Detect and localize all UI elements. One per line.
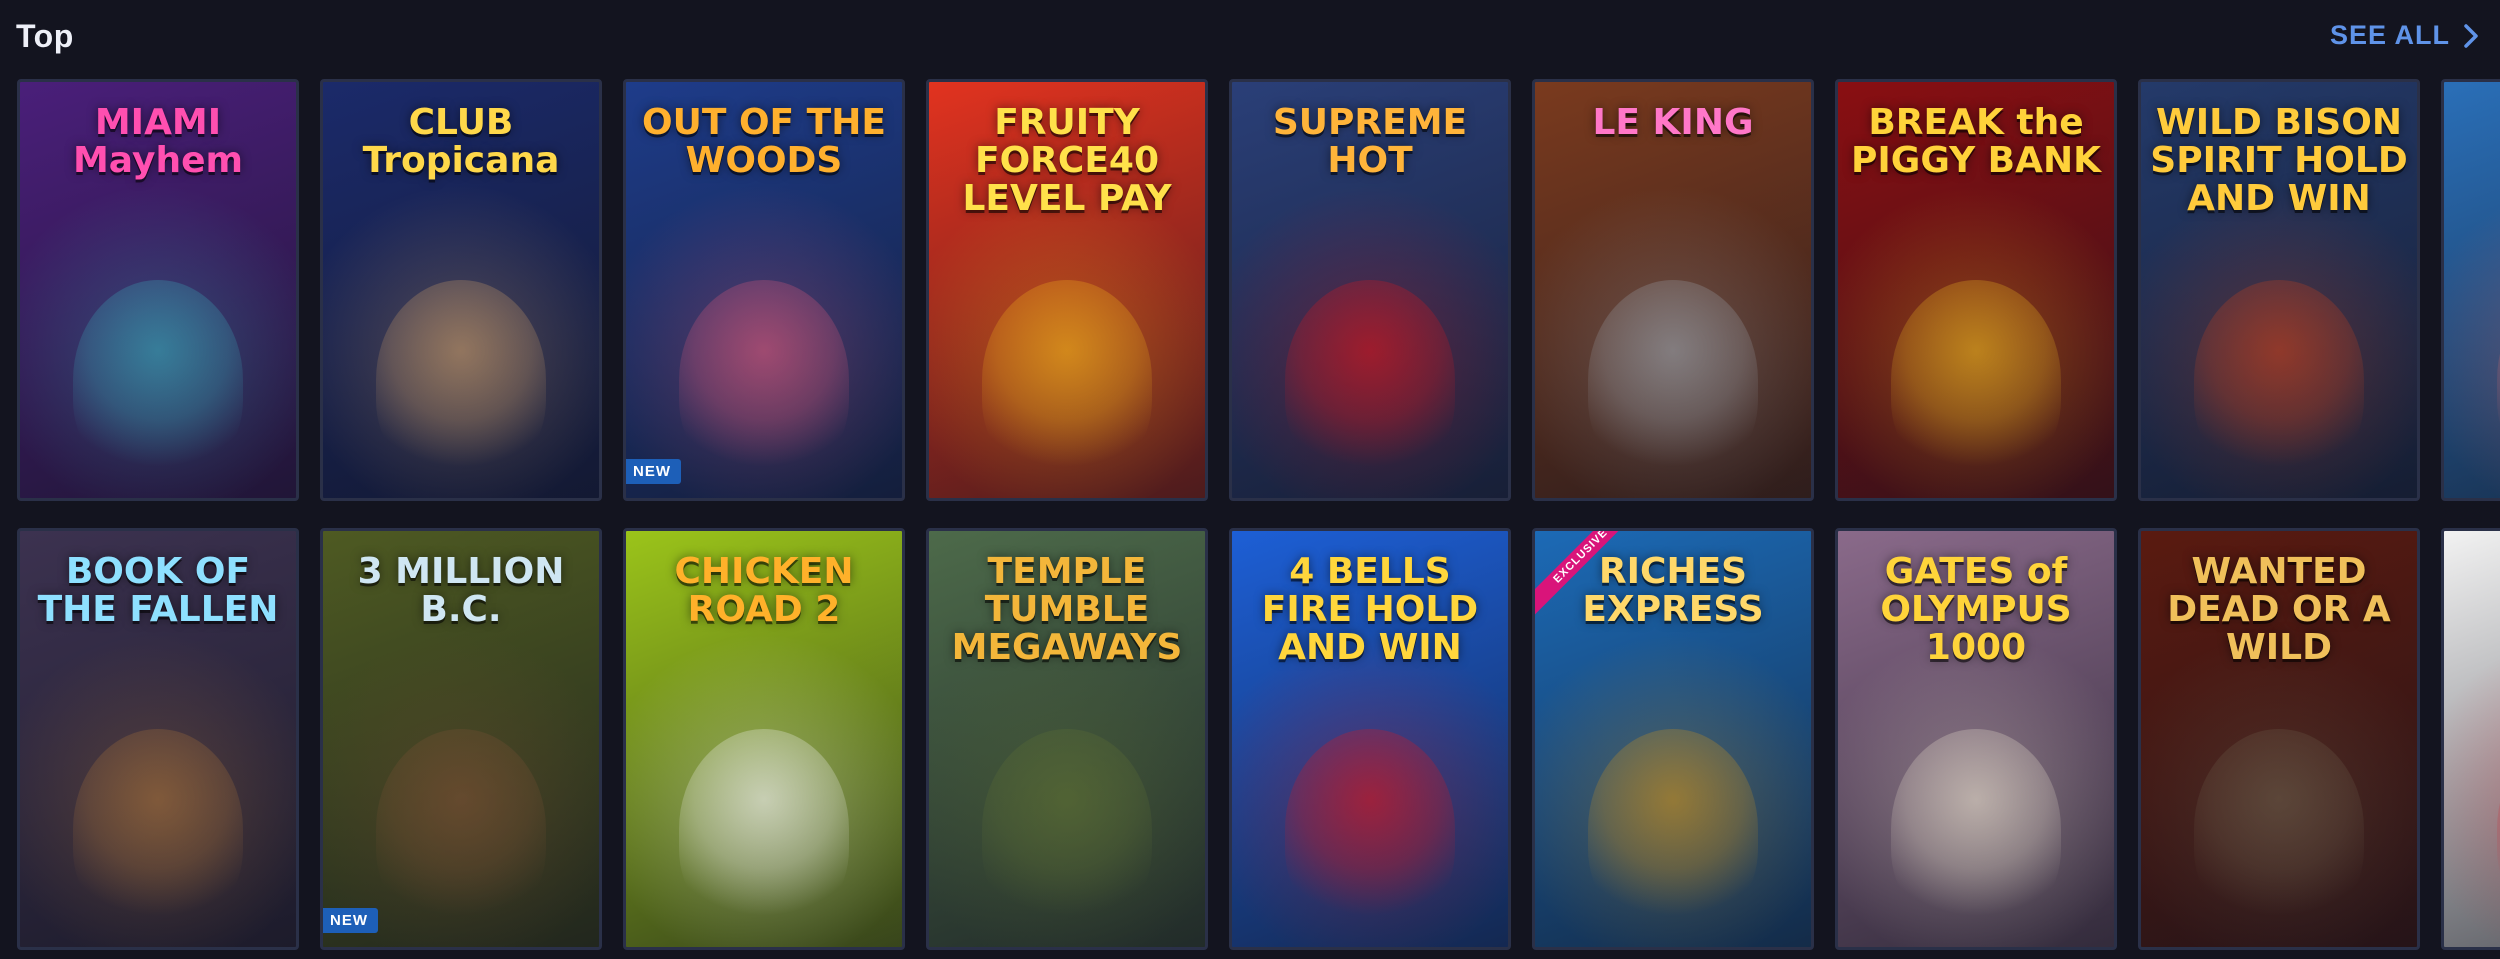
new-badge: NEW — [626, 459, 681, 484]
game-card[interactable]: OUT OF THE WOODS NEW — [623, 79, 905, 501]
new-badge: NEW — [323, 908, 378, 933]
see-all-link[interactable]: SEE ALL — [2330, 20, 2482, 51]
section-header: Top SEE ALL — [0, 0, 2500, 72]
game-title: 4 BELLS FIRE HOLD AND WIN — [1261, 551, 1479, 668]
game-card[interactable]: LE KING — [1532, 79, 1814, 501]
game-title: TEMPLE TUMBLE MEGAWAYS — [951, 551, 1183, 668]
game-title: SUPREME HOT — [1272, 102, 1468, 181]
game-card[interactable]: RICHES EXPRESS EXCLUSIVE — [1532, 528, 1814, 950]
game-artwork — [982, 729, 1152, 929]
game-artwork — [376, 729, 546, 929]
game-card[interactable]: SUPREME HOT — [1229, 79, 1511, 501]
game-card[interactable]: FRUITY FORCE40 LEVEL PAY — [926, 79, 1208, 501]
game-artwork — [1588, 280, 1758, 480]
game-card[interactable]: WILD BISON SPIRIT HOLD AND WIN — [2138, 79, 2420, 501]
game-artwork — [1891, 280, 2061, 480]
game-card[interactable]: GATES of OLYMPUS 1000 — [1835, 528, 2117, 950]
game-card[interactable] — [2441, 528, 2500, 950]
game-artwork — [679, 729, 849, 929]
game-card[interactable]: 4 BELLS FIRE HOLD AND WIN — [1229, 528, 1511, 950]
game-card[interactable]: DROPS &WINS — [2441, 79, 2500, 501]
chevron-right-icon — [2464, 23, 2478, 48]
game-artwork — [1285, 280, 1455, 480]
game-card[interactable]: TEMPLE TUMBLE MEGAWAYS — [926, 528, 1208, 950]
game-card[interactable]: MIAMI Mayhem — [17, 79, 299, 501]
game-artwork — [73, 729, 243, 929]
game-row: MIAMI Mayhem CLUB Tropicana OUT OF THE WOO… — [17, 79, 2500, 504]
game-title: 3 MILLION B.C. — [357, 551, 565, 630]
game-artwork — [2194, 280, 2364, 480]
game-card[interactable]: WANTED DEAD OR A WILD — [2138, 528, 2420, 950]
game-title: WILD BISON SPIRIT HOLD AND WIN — [2150, 102, 2408, 219]
game-title: BREAK the PIGGY BANK — [1850, 102, 2101, 181]
game-title: CLUB Tropicana — [362, 102, 560, 181]
game-artwork — [1285, 729, 1455, 929]
game-artwork — [376, 280, 546, 480]
game-grid: MIAMI Mayhem CLUB Tropicana OUT OF THE WOO… — [17, 79, 2500, 959]
game-card[interactable]: 3 MILLION B.C. NEW — [320, 528, 602, 950]
game-title: DROPS &WINS — [2452, 104, 2500, 180]
game-title: FRUITY FORCE40 LEVEL PAY — [962, 102, 1172, 219]
game-card[interactable]: BREAK the PIGGY BANK — [1835, 79, 2117, 501]
see-all-label: SEE ALL — [2329, 20, 2450, 50]
game-title: GATES of OLYMPUS 1000 — [1880, 551, 2072, 668]
game-card[interactable]: CLUB Tropicana — [320, 79, 602, 501]
game-row: BOOK OF THE FALLEN 3 MILLION B.C. NEW CHICK… — [17, 528, 2500, 953]
game-artwork — [73, 280, 243, 480]
game-artwork — [1891, 729, 2061, 929]
game-title: OUT OF THE WOODS — [642, 102, 886, 181]
game-artwork — [679, 280, 849, 480]
game-title: WANTED DEAD OR A WILD — [2167, 551, 2391, 668]
game-card[interactable]: CHICKEN ROAD 2 — [623, 528, 905, 950]
section-title: Top — [16, 18, 74, 54]
game-card[interactable]: BOOK OF THE FALLEN — [17, 528, 299, 950]
game-title: CHICKEN ROAD 2 — [674, 551, 854, 630]
game-title: BOOK OF THE FALLEN — [37, 551, 279, 630]
game-artwork — [2194, 729, 2364, 929]
game-title: MIAMI Mayhem — [72, 102, 244, 181]
game-title: LE KING — [1592, 102, 1754, 143]
game-artwork — [982, 280, 1152, 480]
game-artwork — [1588, 729, 1758, 929]
